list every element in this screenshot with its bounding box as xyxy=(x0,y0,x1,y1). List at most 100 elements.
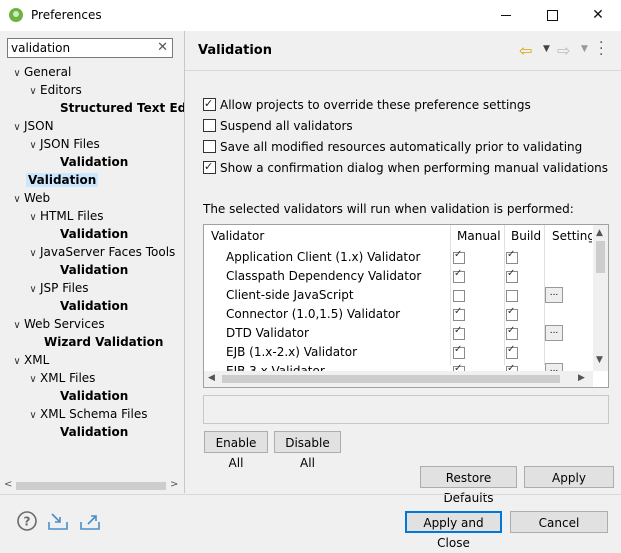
tree-node[interactable]: ∨ JSON xyxy=(10,117,53,137)
scroll-down-icon[interactable]: ▼ xyxy=(596,355,603,365)
tree-node[interactable]: ∨ HTML Files xyxy=(26,207,103,227)
option-checkbox[interactable] xyxy=(203,158,216,176)
scroll-thumb[interactable] xyxy=(16,482,166,490)
table-vertical-scrollbar[interactable]: ▲ ▼ xyxy=(593,225,608,371)
tree-node[interactable]: Validation xyxy=(60,297,128,315)
expand-chevron-icon[interactable]: ∨ xyxy=(10,317,24,335)
svg-text:?: ? xyxy=(24,515,31,529)
help-icon[interactable]: ? xyxy=(16,510,38,532)
expand-chevron-icon[interactable]: ∨ xyxy=(10,119,24,137)
table-row[interactable]: Client-side JavaScript... xyxy=(204,286,593,305)
import-icon[interactable] xyxy=(46,510,70,532)
build-checkbox[interactable] xyxy=(506,290,518,302)
expand-chevron-icon[interactable]: ∨ xyxy=(26,137,40,155)
scroll-right-icon[interactable]: ▶ xyxy=(578,373,585,383)
table-row[interactable]: Classpath Dependency Validator xyxy=(204,267,593,286)
manual-checkbox[interactable] xyxy=(453,344,465,359)
enable-all-button[interactable]: Enable All xyxy=(204,431,268,470)
manual-checkbox[interactable] xyxy=(453,290,465,302)
tree-node[interactable]: Validation xyxy=(60,153,128,171)
forward-history-dropdown-icon[interactable]: ▼ xyxy=(581,44,588,54)
col-header-build[interactable]: Build xyxy=(511,225,541,247)
filter-input[interactable] xyxy=(11,40,156,56)
option-label: Show a confirmation dialog when performi… xyxy=(220,161,609,175)
expand-chevron-icon[interactable]: ∨ xyxy=(26,245,40,263)
tree-node[interactable]: ∨ XML Schema Files xyxy=(26,405,147,423)
forward-arrow-icon[interactable]: ⇨ xyxy=(557,41,570,60)
expand-chevron-icon[interactable]: ∨ xyxy=(10,353,24,371)
manual-checkbox[interactable] xyxy=(453,249,465,264)
tree-node[interactable]: Validation xyxy=(60,387,128,405)
close-button[interactable]: ✕ xyxy=(575,0,621,31)
tree-node[interactable]: Wizard Validation xyxy=(44,333,163,351)
disable-all-button[interactable]: Disable All xyxy=(274,431,341,470)
settings-button[interactable]: ... xyxy=(545,325,563,341)
scroll-up-icon[interactable]: ▲ xyxy=(596,228,603,238)
apply-button[interactable]: Apply xyxy=(524,466,614,488)
export-icon[interactable] xyxy=(78,510,102,532)
build-checkbox[interactable] xyxy=(506,268,518,283)
scroll-thumb[interactable] xyxy=(596,241,605,273)
expand-chevron-icon[interactable]: ∨ xyxy=(26,371,40,389)
apply-and-close-button[interactable]: Apply and Close xyxy=(405,511,502,550)
expand-chevron-icon[interactable]: ∨ xyxy=(26,407,40,425)
expand-chevron-icon[interactable]: ∨ xyxy=(26,281,40,299)
tree-node[interactable]: ∨ XML xyxy=(10,351,49,369)
tree-node[interactable]: Validation xyxy=(60,261,128,279)
scroll-thumb[interactable] xyxy=(222,375,560,383)
back-history-dropdown-icon[interactable]: ▼ xyxy=(543,44,550,54)
filter-field[interactable]: ✕ xyxy=(7,38,173,58)
manual-checkbox[interactable] xyxy=(453,325,465,340)
option-checkbox-row[interactable]: Allow projects to override these prefere… xyxy=(203,95,531,114)
col-header-settings[interactable]: Settings xyxy=(552,225,592,247)
tree-node[interactable]: ∨ Editors xyxy=(26,81,81,101)
maximize-button[interactable] xyxy=(529,0,575,31)
expand-chevron-icon[interactable]: ∨ xyxy=(10,65,24,83)
tree-node[interactable]: ∨ XML Files xyxy=(26,369,95,387)
cancel-button[interactable]: Cancel xyxy=(510,511,608,533)
build-checkbox[interactable] xyxy=(506,344,518,359)
manual-checkbox[interactable] xyxy=(453,306,465,321)
option-checkbox[interactable] xyxy=(203,140,216,153)
option-checkbox-row[interactable]: Suspend all validators xyxy=(203,117,353,135)
option-checkbox-row[interactable]: Save all modified resources automaticall… xyxy=(203,138,582,156)
clear-filter-icon[interactable]: ✕ xyxy=(157,40,168,55)
tree-node[interactable]: ∨ General xyxy=(10,63,71,81)
scroll-left-icon[interactable]: ◀ xyxy=(208,373,215,383)
tree-node[interactable]: ∨ Web xyxy=(10,189,50,207)
table-row[interactable]: Connector (1.0,1.5) Validator xyxy=(204,305,593,324)
table-row[interactable]: DTD Validator... xyxy=(204,324,593,343)
tree-node[interactable]: Structured Text Edi xyxy=(60,99,184,117)
col-header-manual[interactable]: Manual xyxy=(457,225,501,247)
tree-node[interactable]: Validation xyxy=(60,423,128,441)
tree-node[interactable]: ∨ Web Services xyxy=(10,315,104,335)
minimize-button[interactable] xyxy=(483,0,529,31)
table-row[interactable]: EJB (1.x-2.x) Validator xyxy=(204,343,593,362)
tree-node[interactable]: Validation xyxy=(26,171,99,189)
expand-chevron-icon[interactable]: ∨ xyxy=(10,191,24,209)
scroll-left-icon[interactable]: < xyxy=(4,479,12,490)
tree-node[interactable]: ∨ JSP Files xyxy=(26,279,88,299)
tree-horizontal-scrollbar[interactable]: < > xyxy=(0,478,184,494)
tree-node[interactable]: Validation xyxy=(60,225,128,243)
restore-defaults-button[interactable]: Restore Defaults xyxy=(420,466,517,505)
build-checkbox[interactable] xyxy=(506,249,518,264)
view-menu-icon[interactable]: · · · xyxy=(599,36,603,62)
option-checkbox-row[interactable]: Show a confirmation dialog when performi… xyxy=(203,158,609,177)
option-checkbox[interactable] xyxy=(203,119,216,132)
tree-node[interactable]: ∨ JavaServer Faces Tools xyxy=(26,243,175,261)
build-checkbox[interactable] xyxy=(506,325,518,340)
col-header-validator[interactable]: Validator xyxy=(211,225,264,247)
tree-node[interactable]: ∨ JSON Files xyxy=(26,135,99,155)
build-checkbox[interactable] xyxy=(506,306,518,321)
table-row[interactable]: Application Client (1.x) Validator xyxy=(204,248,593,267)
expand-chevron-icon[interactable]: ∨ xyxy=(26,209,40,227)
pane-divider[interactable] xyxy=(184,31,185,493)
back-arrow-icon[interactable]: ⇦ xyxy=(519,41,532,60)
expand-chevron-icon[interactable]: ∨ xyxy=(26,83,40,101)
settings-button[interactable]: ... xyxy=(545,287,563,303)
table-horizontal-scrollbar[interactable]: ◀ ▶ xyxy=(204,371,593,387)
manual-checkbox[interactable] xyxy=(453,268,465,283)
option-checkbox[interactable] xyxy=(203,95,216,113)
scroll-right-icon[interactable]: > xyxy=(170,479,178,490)
